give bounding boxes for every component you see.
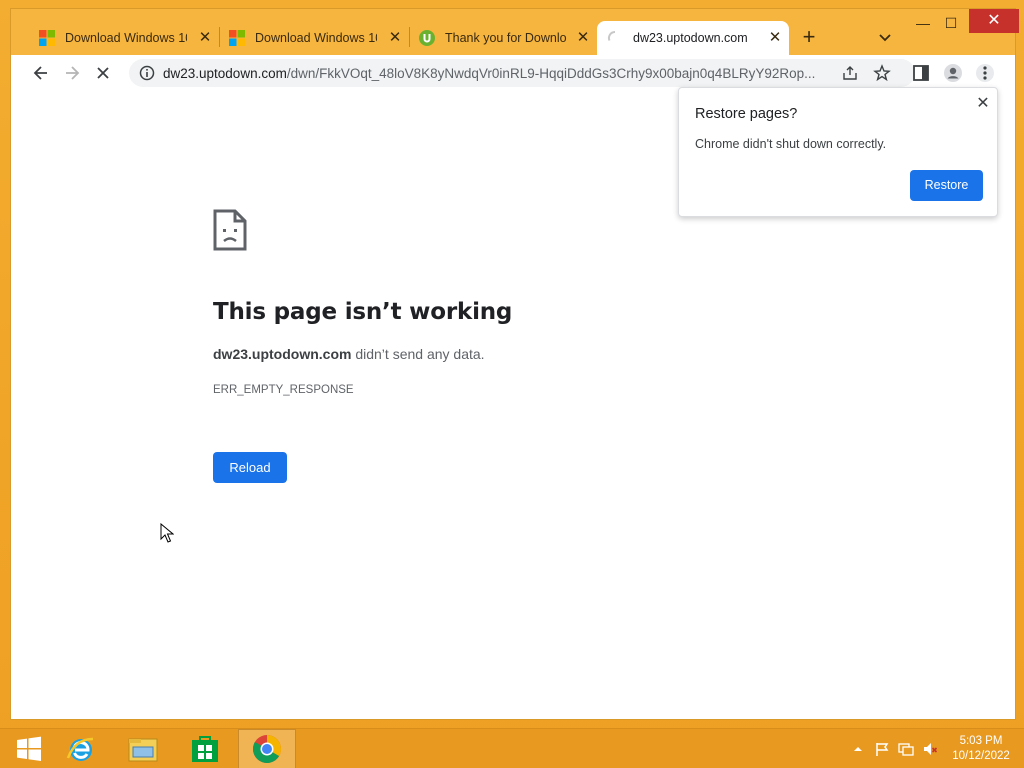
microsoft-logo-icon — [39, 30, 55, 46]
error-title: This page isn’t working — [213, 299, 513, 325]
url-path: /dwn/FkkVOqt_48loV8K8yNwdqVr0inRL9-HqqiD… — [286, 65, 816, 81]
error-code: ERR_EMPTY_RESPONSE — [213, 384, 354, 396]
taskbar: 5:03 PM 10/12/2022 — [0, 728, 1024, 768]
site-info-icon[interactable] — [139, 65, 155, 81]
tab-search-icon[interactable] — [875, 27, 895, 47]
bookmark-star-icon[interactable] — [873, 64, 891, 82]
tab-uptodown-active[interactable]: dw23.uptodown.com ✕ — [597, 21, 789, 55]
error-description: dw23.uptodown.com didn’t send any data. — [213, 346, 485, 362]
taskbar-file-explorer[interactable] — [114, 729, 172, 768]
utorrent-icon — [419, 30, 435, 46]
mouse-cursor-icon — [160, 523, 174, 543]
address-bar[interactable]: dw23.uptodown.com/dwn/FkkVOqt_48loV8K8yN… — [129, 59, 915, 87]
tab-label: Download Windows 10 — [65, 31, 187, 45]
tab-close-icon[interactable]: ✕ — [387, 30, 403, 46]
browser-toolbar: dw23.uptodown.com/dwn/FkkVOqt_48loV8K8yN… — [11, 55, 1015, 91]
chrome-window: Download Windows 10 ✕ Download Windows 1… — [10, 8, 1019, 720]
clock-date: 10/12/2022 — [952, 750, 1010, 762]
volume-muted-icon[interactable] — [922, 741, 938, 757]
profile-avatar-icon[interactable] — [943, 63, 963, 83]
taskbar-clock[interactable]: 5:03 PM 10/12/2022 — [946, 734, 1016, 764]
network-icon[interactable] — [898, 741, 914, 757]
taskbar-internet-explorer[interactable] — [52, 729, 110, 768]
show-hidden-icons-icon[interactable] — [850, 741, 866, 757]
start-button[interactable] — [0, 729, 58, 768]
microsoft-logo-icon — [229, 30, 245, 46]
share-icon[interactable] — [842, 65, 858, 81]
side-panel-icon[interactable] — [911, 63, 931, 83]
tab-download-windows-1[interactable]: Download Windows 10 ✕ — [29, 21, 219, 55]
taskbar-chrome[interactable] — [238, 729, 296, 768]
loading-spinner-icon — [607, 30, 616, 41]
tab-close-icon[interactable]: ✕ — [575, 30, 591, 46]
chrome-icon — [253, 735, 281, 763]
restore-dialog-message: Chrome didn't shut down correctly. — [695, 137, 887, 151]
internet-explorer-icon — [66, 737, 94, 761]
windows-store-icon — [192, 736, 218, 762]
tab-label: Thank you for Downloading — [445, 31, 567, 45]
taskbar-windows-store[interactable] — [176, 729, 234, 768]
url-host: dw23.uptodown.com — [163, 65, 287, 81]
address-url[interactable]: dw23.uptodown.com/dwn/FkkVOqt_48loV8K8yN… — [163, 66, 831, 81]
close-icon[interactable]: ✕ — [975, 96, 991, 112]
menu-dots-icon[interactable] — [975, 63, 995, 83]
restore-pages-dialog: Restore pages? Chrome didn't shut down c… — [678, 87, 998, 217]
action-center-flag-icon[interactable] — [874, 741, 890, 757]
tab-strip: Download Windows 10 ✕ Download Windows 1… — [11, 9, 1019, 55]
stop-loading-icon[interactable] — [93, 63, 113, 83]
maximize-button[interactable]: ☐ — [937, 13, 965, 33]
tab-label: dw23.uptodown.com — [633, 31, 748, 45]
minimize-button[interactable]: — — [909, 13, 937, 33]
new-tab-button[interactable]: + — [797, 25, 821, 49]
error-message: didn’t send any data. — [351, 346, 485, 362]
tab-label: Download Windows 10 — [255, 31, 377, 45]
sad-page-icon — [213, 209, 247, 251]
tab-close-icon[interactable]: ✕ — [767, 30, 783, 46]
tab-download-windows-2[interactable]: Download Windows 10 ✕ — [219, 21, 409, 55]
tab-thank-you[interactable]: Thank you for Downloading ✕ — [409, 21, 597, 55]
restore-button[interactable]: Restore — [910, 170, 983, 201]
clock-time: 5:03 PM — [959, 735, 1003, 747]
error-host: dw23.uptodown.com — [213, 346, 352, 362]
reload-button[interactable]: Reload — [213, 452, 287, 483]
windows-start-icon — [17, 736, 41, 761]
file-explorer-icon — [128, 738, 158, 762]
restore-dialog-title: Restore pages? — [695, 106, 798, 122]
back-arrow-icon[interactable] — [31, 63, 51, 83]
forward-arrow-icon[interactable] — [62, 63, 82, 83]
window-close-button[interactable]: ✕ — [969, 9, 1019, 33]
tab-close-icon[interactable]: ✕ — [197, 30, 213, 46]
